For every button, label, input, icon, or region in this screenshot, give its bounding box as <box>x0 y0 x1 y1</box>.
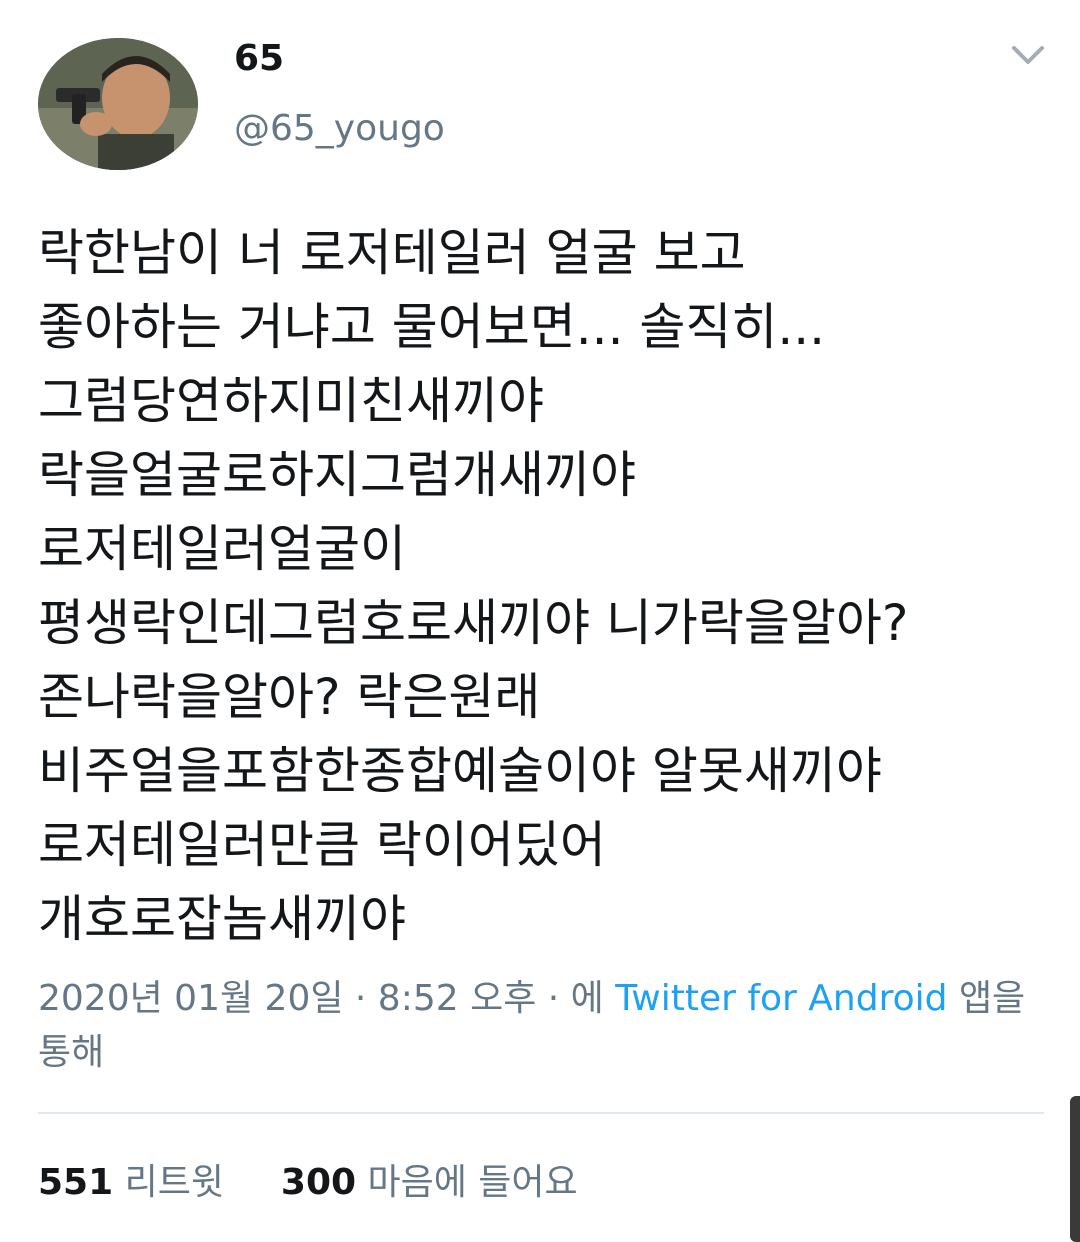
likes-count: 300 <box>280 1162 357 1203</box>
tweet-source-link[interactable]: Twitter for Android <box>615 978 947 1019</box>
retweets-label: 리트윗 <box>124 1162 224 1203</box>
retweets-stat[interactable]: 551 리트윗 <box>38 1162 235 1203</box>
chevron-down-icon[interactable] <box>1010 40 1046 70</box>
tweet-stats: 551 리트윗 300 마음에 들어요 <box>38 1156 578 1210</box>
retweets-count: 551 <box>38 1162 114 1203</box>
likes-label: 마음에 들어요 <box>367 1162 578 1203</box>
tweet-text: 락한남이 너 로저테일러 얼굴 보고 좋아하는 거냐고 물어보면... 솔직히.… <box>38 216 1048 956</box>
user-handle[interactable]: @65_yougo <box>234 108 445 149</box>
tweet-timestamp: 2020년 01월 20일 · 8:52 오후 · 에 <box>38 978 604 1019</box>
tweet-line: 좋아하는 거냐고 물어보면... 솔직히... <box>38 298 826 356</box>
tweet-line: 평생락인데그럼호로새끼야 니가락을알아? <box>38 594 909 652</box>
avatar-image <box>38 38 198 170</box>
tweet-detail-screen: 65 @65_yougo 락한남이 너 로저테일러 얼굴 보고 좋아하는 거냐고… <box>0 0 1080 1242</box>
avatar[interactable] <box>38 38 198 170</box>
divider <box>38 1112 1044 1114</box>
tweet-line: 로저테일러얼굴이 <box>38 520 406 578</box>
tweet-line: 개호로잡놈새끼야 <box>38 890 406 948</box>
tweet-line: 비주얼을포함한종합예술이야 알못새끼야 <box>38 742 882 800</box>
tweet-line: 존나락을알아? 락은원래 <box>38 668 541 726</box>
tweet-line: 그럼당연하지미친새끼야 <box>38 372 544 430</box>
likes-stat[interactable]: 300 마음에 들어요 <box>281 1162 578 1203</box>
tweet-line: 로저테일러만큼 락이어딨어 <box>38 816 606 874</box>
scrollbar[interactable] <box>1070 1096 1080 1242</box>
tweet-line: 락을얼굴로하지그럼개새끼야 <box>38 446 636 504</box>
tweet-line: 락한남이 너 로저테일러 얼굴 보고 <box>38 224 746 282</box>
display-name[interactable]: 65 <box>234 38 284 79</box>
tweet-metadata: 2020년 01월 20일 · 8:52 오후 · 에 Twitter for … <box>38 972 1038 1080</box>
